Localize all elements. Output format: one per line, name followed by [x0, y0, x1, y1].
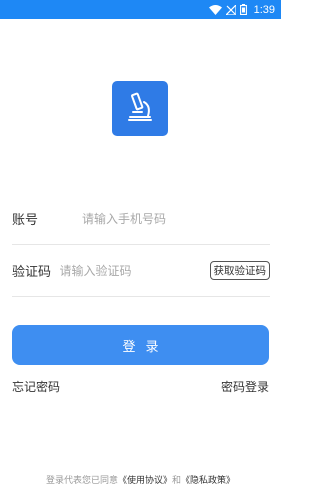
microscope-icon [123, 90, 157, 128]
status-time: 1:39 [253, 3, 275, 16]
wifi-icon [208, 4, 222, 15]
account-row: 账号 [12, 193, 270, 245]
get-code-button[interactable]: 获取验证码 [209, 261, 270, 280]
login-button[interactable]: 登录 [12, 325, 269, 365]
battery-icon [239, 4, 247, 15]
forgot-password-link[interactable]: 忘记密码 [12, 378, 60, 395]
privacy-link[interactable]: 《隐私政策》 [181, 476, 235, 486]
agreement-prefix: 登录代表您已同意 [45, 476, 118, 486]
agreement-conjunction: 和 [172, 476, 182, 486]
phone-input[interactable] [82, 206, 270, 231]
password-login-link[interactable]: 密码登录 [221, 378, 269, 395]
code-row: 验证码 获取验证码 [12, 245, 270, 297]
agreement-text: 登录代表您已同意《使用协议》和《隐私政策》 [0, 473, 281, 486]
no-signal-icon [225, 4, 236, 15]
app-logo [112, 81, 168, 136]
verification-code-input[interactable] [59, 258, 210, 283]
code-label: 验证码 [12, 265, 52, 280]
account-label: 账号 [12, 213, 39, 228]
status-bar: 1:39 [0, 0, 281, 19]
terms-link[interactable]: 《使用协议》 [118, 476, 172, 486]
